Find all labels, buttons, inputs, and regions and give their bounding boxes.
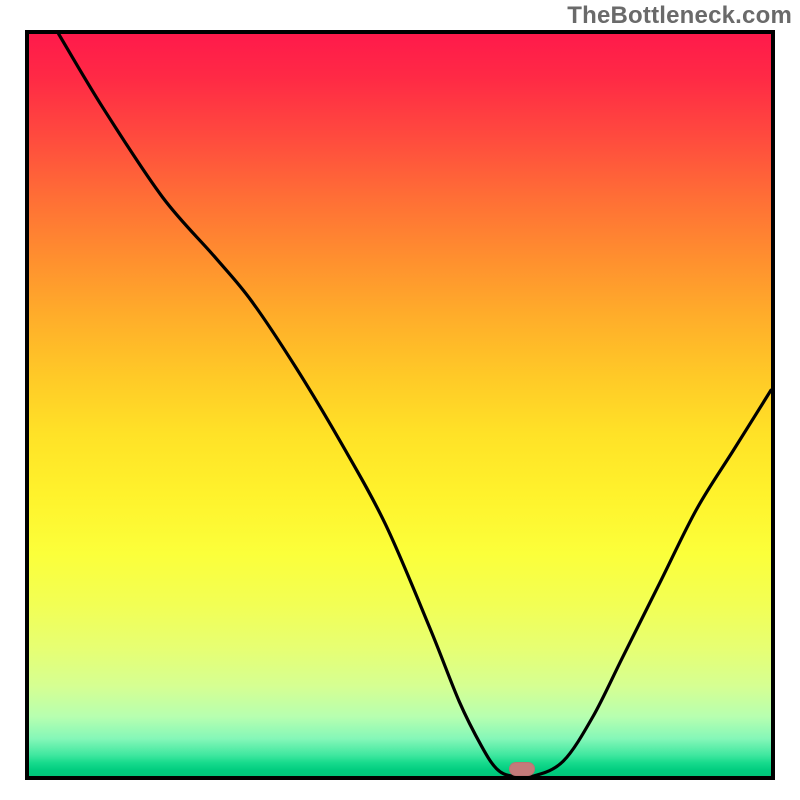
plot-area xyxy=(25,30,775,780)
minimum-marker xyxy=(509,762,535,776)
chart-stage: TheBottleneck.com xyxy=(0,0,800,800)
bottleneck-curve xyxy=(29,34,771,776)
watermark-text: TheBottleneck.com xyxy=(567,2,792,30)
